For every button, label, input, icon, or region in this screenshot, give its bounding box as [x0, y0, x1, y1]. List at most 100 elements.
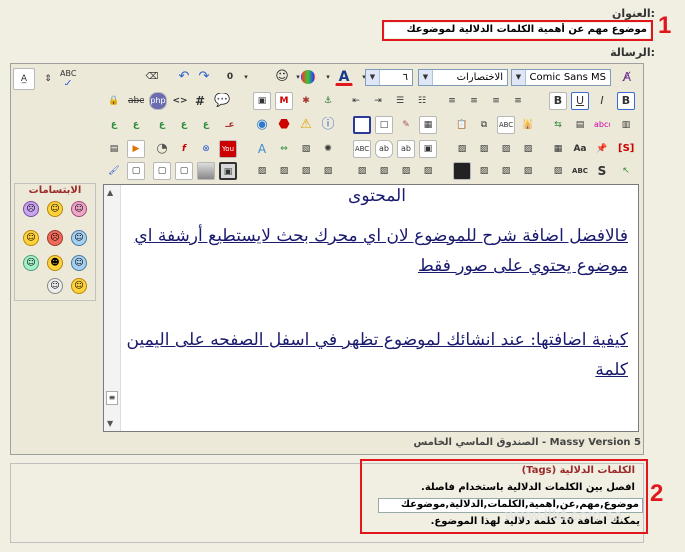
picture-6-icon[interactable]: ▨ [275, 162, 293, 180]
picture-3-icon[interactable]: ▨ [497, 140, 515, 158]
arabic-format-4-icon[interactable]: ع [175, 116, 193, 134]
numbered-list-icon[interactable]: ☰ [391, 92, 409, 110]
smilie-10-icon[interactable]: ☺ [47, 278, 63, 294]
pointer-icon[interactable]: ↖ [617, 162, 635, 180]
image-box-icon[interactable]: ▣ [419, 140, 437, 158]
message-editor[interactable]: ▲ ≡ ▼ المحتوى فالافضل اضافة شرح للموضوع … [103, 184, 639, 432]
picture-15-icon[interactable]: ▨ [519, 162, 537, 180]
smilie-9-icon[interactable]: ☺ [71, 255, 87, 271]
quote-icon[interactable]: 💬 [213, 92, 231, 110]
clear-font-icon[interactable]: A̸ [618, 68, 636, 86]
spellcheck-icon[interactable]: ABC ✓ [59, 68, 77, 86]
bold-alt-button[interactable]: B [617, 92, 635, 110]
align-left-icon[interactable]: ≡ [465, 92, 483, 110]
smilie-1-icon[interactable]: ☹ [23, 201, 39, 217]
shine-icon[interactable]: ✺ [319, 140, 337, 158]
justify-icon[interactable]: ≡ [443, 92, 461, 110]
title-input[interactable]: موضوع مهم عن أهمية الكلمات الدلالية لموض… [385, 23, 650, 38]
frame-select-icon[interactable]: ▣ [219, 162, 237, 180]
smilie-3-icon[interactable]: ☺ [71, 201, 87, 217]
info-icon[interactable]: ⓘ [319, 116, 337, 134]
move-text-icon[interactable]: ⇔ [275, 140, 293, 158]
switch-mode-icon[interactable]: A̲ [13, 68, 35, 90]
size-select[interactable]: ▼ ٦ [365, 69, 413, 86]
flash-icon[interactable]: ✱ [297, 92, 315, 110]
outdent-icon[interactable]: ⇤ [347, 92, 365, 110]
smilie-11-icon[interactable]: ☺ [71, 278, 87, 294]
abc-strike-icon[interactable]: ABC [571, 162, 589, 180]
picture-14-icon[interactable]: ▨ [497, 162, 515, 180]
hash-icon[interactable]: # [191, 92, 209, 110]
marquee-icon[interactable]: ▤ [105, 140, 123, 158]
play-icon[interactable]: ▶ [127, 140, 145, 158]
bullet-list-icon[interactable]: ☷ [413, 92, 431, 110]
special-s-icon[interactable]: [S] [617, 140, 635, 158]
pin-icon[interactable]: 📌 [593, 140, 611, 158]
resize-icon[interactable]: ⇕ [39, 70, 57, 88]
arabic-format-1-icon[interactable]: ع [105, 116, 123, 134]
ab-box-icon[interactable]: ab [397, 140, 415, 158]
align-center-icon[interactable]: ≡ [487, 92, 505, 110]
picture-4-icon[interactable]: ▨ [519, 140, 537, 158]
warning-icon[interactable]: ⚠ [297, 116, 315, 134]
picture-8-icon[interactable]: ▨ [319, 162, 337, 180]
picture-9-icon[interactable]: ▨ [353, 162, 371, 180]
picture-12-icon[interactable]: ▨ [419, 162, 437, 180]
editor-scrollbar[interactable]: ▲ ≡ ▼ [104, 185, 121, 431]
remove-format-icon[interactable]: ⌫ [143, 68, 161, 86]
paste-icon[interactable]: 📋 [453, 116, 471, 134]
dark-frame-icon[interactable] [453, 162, 471, 180]
arabic-format-6-icon[interactable]: عـ [221, 116, 239, 134]
bold-button[interactable]: B [549, 92, 567, 110]
frame-style-icon[interactable]: ▥ [617, 116, 635, 134]
box-icon[interactable] [353, 116, 371, 134]
picture-1-icon[interactable]: ▨ [453, 140, 471, 158]
flash-player-icon[interactable]: f [175, 140, 193, 158]
scroll-grip-icon[interactable]: ≡ [106, 391, 118, 405]
picture-2-icon[interactable]: ▨ [475, 140, 493, 158]
attachment-dropdown-icon[interactable]: ▾ [237, 68, 255, 86]
stop-icon[interactable]: ⬣ [275, 116, 293, 134]
brush-icon[interactable]: 🖌 [105, 162, 123, 180]
lock-icon[interactable]: 🔒 [105, 92, 123, 110]
code-icon[interactable]: <> [171, 92, 189, 110]
shortcuts-select[interactable]: ▼ الاختصارات [418, 69, 508, 86]
replace-icon[interactable]: ⇆ [549, 116, 567, 134]
frame-icon[interactable]: □ [375, 116, 393, 134]
gradient-icon[interactable] [197, 162, 215, 180]
pen-icon[interactable]: ✎ [397, 116, 415, 134]
smilie-5-icon[interactable]: ☹ [47, 230, 63, 246]
scroll-up-icon[interactable]: ▲ [107, 188, 113, 197]
font-case-icon[interactable]: Aa [571, 140, 589, 158]
undo-icon[interactable]: ↶ [175, 68, 193, 86]
arabic-format-3-icon[interactable]: ع [153, 116, 171, 134]
smilie-6-icon[interactable]: ☺ [71, 230, 87, 246]
copy-icon[interactable]: ⧉ [475, 116, 493, 134]
picture-11-icon[interactable]: ▨ [397, 162, 415, 180]
smilie-2-icon[interactable]: ☺ [47, 201, 63, 217]
arabic-format-2-icon[interactable]: ع [127, 116, 145, 134]
arabic-format-5-icon[interactable]: ع [197, 116, 215, 134]
php-icon[interactable]: php [149, 92, 167, 110]
abcd-icon[interactable]: abcd [593, 116, 611, 134]
picture-10-icon[interactable]: ▨ [375, 162, 393, 180]
email-icon[interactable]: M [275, 92, 293, 110]
redo-icon[interactable]: ↷ [195, 68, 213, 86]
gallery-icon[interactable]: ▦ [549, 140, 567, 158]
highlight-color-icon[interactable] [301, 70, 315, 84]
picture-16-icon[interactable]: ▨ [549, 162, 567, 180]
mosque-icon[interactable]: 🕌 [519, 116, 537, 134]
italic-button[interactable]: I [593, 92, 611, 110]
scroll-down-icon[interactable]: ▼ [107, 419, 113, 428]
ab-round-icon[interactable]: ab [375, 140, 393, 158]
underline-button[interactable]: U [571, 92, 589, 110]
slide-icon[interactable]: ▢ [153, 162, 171, 180]
realplayer-icon[interactable]: ⊗ [197, 140, 215, 158]
align-right-icon[interactable]: ≡ [509, 92, 527, 110]
smilie-4-icon[interactable]: ☺ [23, 230, 39, 246]
abc-123-icon[interactable]: ABC [497, 116, 515, 134]
image-left-icon[interactable]: ▧ [297, 140, 315, 158]
media-icon[interactable]: ◔ [153, 140, 171, 158]
indent-icon[interactable]: ⇥ [369, 92, 387, 110]
glow-text-icon[interactable]: A [253, 140, 271, 158]
